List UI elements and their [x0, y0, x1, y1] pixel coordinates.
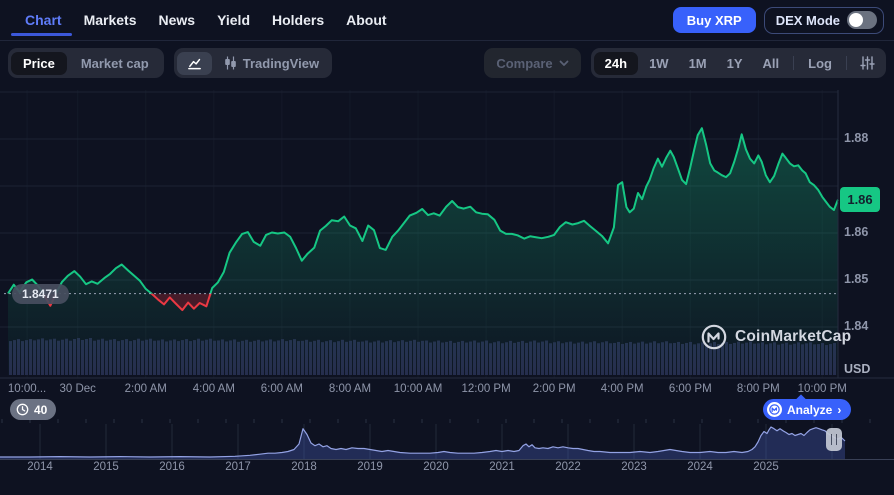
currency-unit-label: USD: [844, 362, 871, 376]
x-axis-label: 10:00 AM: [393, 383, 443, 395]
navigator-year-label: 2024: [687, 461, 713, 473]
tradingview-label: TradingView: [242, 55, 320, 71]
history-count: 40: [34, 402, 48, 417]
coinmarketcap-watermark: CoinMarketCap: [701, 324, 851, 350]
x-axis-label: 2:00 AM: [124, 383, 167, 395]
metric-marketcap-button[interactable]: Market cap: [69, 52, 161, 75]
tradingview-button[interactable]: TradingView: [214, 52, 329, 75]
navigator-year-label: 2014: [27, 461, 53, 473]
divider: [846, 56, 847, 70]
x-axis-label: 4:00 PM: [600, 383, 644, 395]
x-axis-label: 6:00 PM: [668, 383, 712, 395]
tab-markets[interactable]: Markets: [84, 0, 137, 40]
dex-mode-button[interactable]: DEX Mode: [763, 6, 884, 34]
analyze-arrow: ›: [837, 402, 842, 417]
analyze-button[interactable]: Analyze ›: [763, 399, 852, 420]
buy-xrp-button[interactable]: Buy XRP: [672, 7, 756, 33]
x-axis-label: 10:00 PM: [797, 383, 847, 395]
time-range-group: 24h 1W 1M 1Y All Log: [590, 48, 886, 78]
tab-news[interactable]: News: [158, 0, 195, 40]
toggle-knob: [849, 13, 863, 27]
tab-chart[interactable]: Chart: [11, 0, 72, 40]
navigator-year-label: 2020: [423, 461, 449, 473]
page-tabs-bar: Chart Markets News Yield Holders About B…: [0, 0, 894, 41]
xrp-chart-page: Chart Markets News Yield Holders About B…: [0, 0, 894, 495]
nav-actions: Buy XRP DEX Mode: [672, 6, 894, 34]
current-price-badge: 1.86: [840, 187, 880, 212]
navigator-year-label: 2022: [555, 461, 581, 473]
line-chart-icon: [187, 58, 201, 69]
compare-label: Compare: [496, 55, 553, 71]
compare-dropdown[interactable]: Compare: [484, 48, 581, 78]
toolbar-right: Compare 24h 1W 1M 1Y All Log: [484, 48, 886, 78]
history-clock-icon: [16, 403, 29, 416]
navigator-year-label: 2025: [753, 461, 779, 473]
navigator-year-label: 2021: [489, 461, 515, 473]
range-1m-button[interactable]: 1M: [680, 52, 716, 75]
navigator-handle[interactable]: [826, 428, 842, 451]
candlestick-icon: [224, 56, 236, 70]
navigator-year-label: 2017: [225, 461, 251, 473]
y-axis-label: 1.88: [844, 131, 869, 145]
chart-settings-button[interactable]: [852, 54, 883, 72]
x-axis-label: 2:00 PM: [532, 383, 576, 395]
history-navigator[interactable]: [0, 424, 894, 461]
dex-mode-toggle[interactable]: [847, 11, 877, 29]
chart-type-group: TradingView: [173, 48, 333, 78]
metric-price-button[interactable]: Price: [11, 51, 67, 75]
watermark-text: CoinMarketCap: [735, 328, 852, 345]
log-scale-button[interactable]: Log: [799, 52, 841, 75]
x-axis-label: 6:00 AM: [260, 383, 303, 395]
coinmarketcap-logo-icon: [701, 324, 727, 350]
history-button[interactable]: 40: [10, 399, 57, 420]
metric-toggle-group: Price Market cap: [8, 48, 164, 78]
analyze-label: Analyze: [787, 402, 833, 417]
open-price-label: 1.8471: [12, 284, 69, 304]
navigator-year-label: 2015: [93, 461, 119, 473]
page-tabs: Chart Markets News Yield Holders About: [11, 0, 387, 40]
dex-mode-label: DEX Mode: [775, 12, 840, 28]
chevron-down-icon: [559, 60, 569, 66]
range-1y-button[interactable]: 1Y: [718, 52, 752, 75]
x-axis-label: 4:00 AM: [192, 383, 235, 395]
chart-toolbar: Price Market cap TradingView Compare 24h…: [0, 48, 894, 78]
tab-holders[interactable]: Holders: [272, 0, 324, 40]
x-axis-label: 10:00...: [7, 383, 47, 395]
navigator-year-label: 2023: [621, 461, 647, 473]
x-axis-label: 8:00 PM: [736, 383, 780, 395]
navigator-year-label: 2016: [159, 461, 185, 473]
range-24h-button[interactable]: 24h: [593, 51, 639, 75]
sliders-icon: [860, 56, 875, 70]
navigator-year-label: 2018: [291, 461, 317, 473]
handle-grip-icon: [831, 434, 837, 445]
y-axis-label: 1.85: [844, 272, 869, 286]
range-1w-button[interactable]: 1W: [640, 52, 678, 75]
tab-yield[interactable]: Yield: [217, 0, 250, 40]
line-chart-button[interactable]: [176, 51, 212, 75]
range-all-button[interactable]: All: [754, 52, 789, 75]
divider: [793, 56, 795, 70]
x-axis-label: 8:00 AM: [328, 383, 372, 395]
navigator-year-label: 2019: [357, 461, 383, 473]
analyze-logo-icon: [767, 402, 782, 417]
x-axis-label: 12:00 PM: [461, 383, 511, 395]
x-axis-label: 30 Dec: [59, 383, 96, 395]
toolbar-left: Price Market cap TradingView: [8, 48, 333, 78]
y-axis-label: 1.86: [844, 225, 869, 239]
tab-about[interactable]: About: [346, 0, 386, 40]
